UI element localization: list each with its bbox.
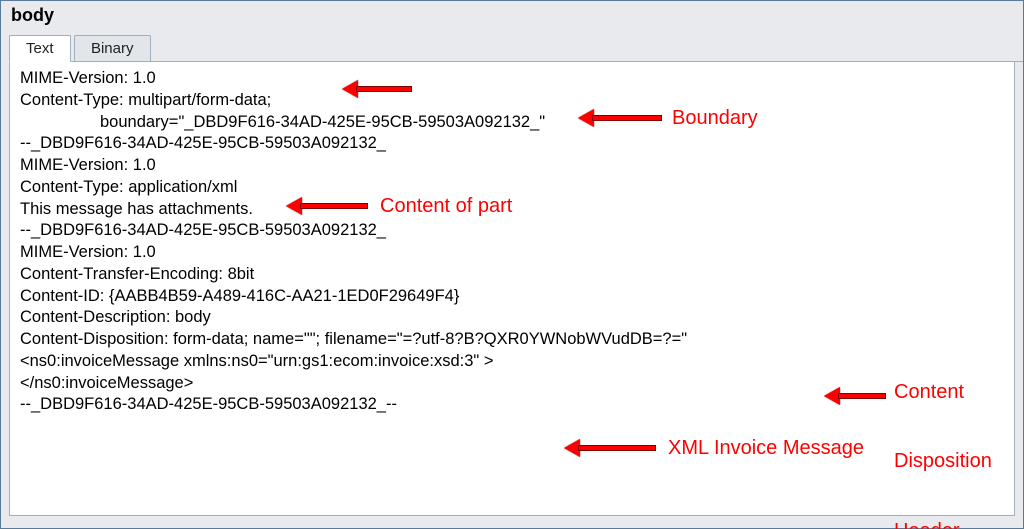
body-line: Content-Type: application/xml — [20, 177, 1004, 199]
body-line: <ns0:invoiceMessage xmlns:ns0="urn:gs1:e… — [20, 351, 1004, 373]
annotation-label: Header — [894, 518, 992, 529]
tab-binary[interactable]: Binary — [74, 35, 151, 62]
body-line: --_DBD9F616-34AD-425E-95CB-59503A092132_ — [20, 220, 1004, 242]
body-line: Content-Description: body — [20, 307, 1004, 329]
body-line: boundary="_DBD9F616-34AD-425E-95CB-59503… — [20, 112, 1004, 134]
annotation-xml-invoice: XML Invoice Message — [564, 435, 864, 461]
body-line: Content-Transfer-Encoding: 8bit — [20, 264, 1004, 286]
tab-strip: Text Binary — [9, 34, 1023, 62]
body-line: Content-Type: multipart/form-data; — [20, 90, 1004, 112]
body-line: Content-Disposition: form-data; name="";… — [20, 329, 1004, 351]
body-line: --_DBD9F616-34AD-425E-95CB-59503A092132_… — [20, 394, 1004, 416]
body-line: --_DBD9F616-34AD-425E-95CB-59503A092132_ — [20, 133, 1004, 155]
annotation-label: XML Invoice Message — [668, 435, 864, 461]
body-line: </ns0:invoiceMessage> — [20, 373, 1004, 395]
annotation-label: Disposition — [894, 448, 992, 474]
body-line: Content-ID: {AABB4B59-A489-416C-AA21-1ED… — [20, 286, 1004, 308]
body-line: MIME-Version: 1.0 — [20, 242, 1004, 264]
panel-title: body — [1, 1, 1023, 34]
panel-container: body Text Binary MIME-Version: 1.0Conten… — [0, 0, 1024, 529]
body-line: MIME-Version: 1.0 — [20, 68, 1004, 90]
tab-text[interactable]: Text — [9, 35, 71, 62]
body-line: This message has attachments. — [20, 199, 1004, 221]
body-line: MIME-Version: 1.0 — [20, 155, 1004, 177]
body-text-view[interactable]: MIME-Version: 1.0Content-Type: multipart… — [9, 62, 1015, 516]
